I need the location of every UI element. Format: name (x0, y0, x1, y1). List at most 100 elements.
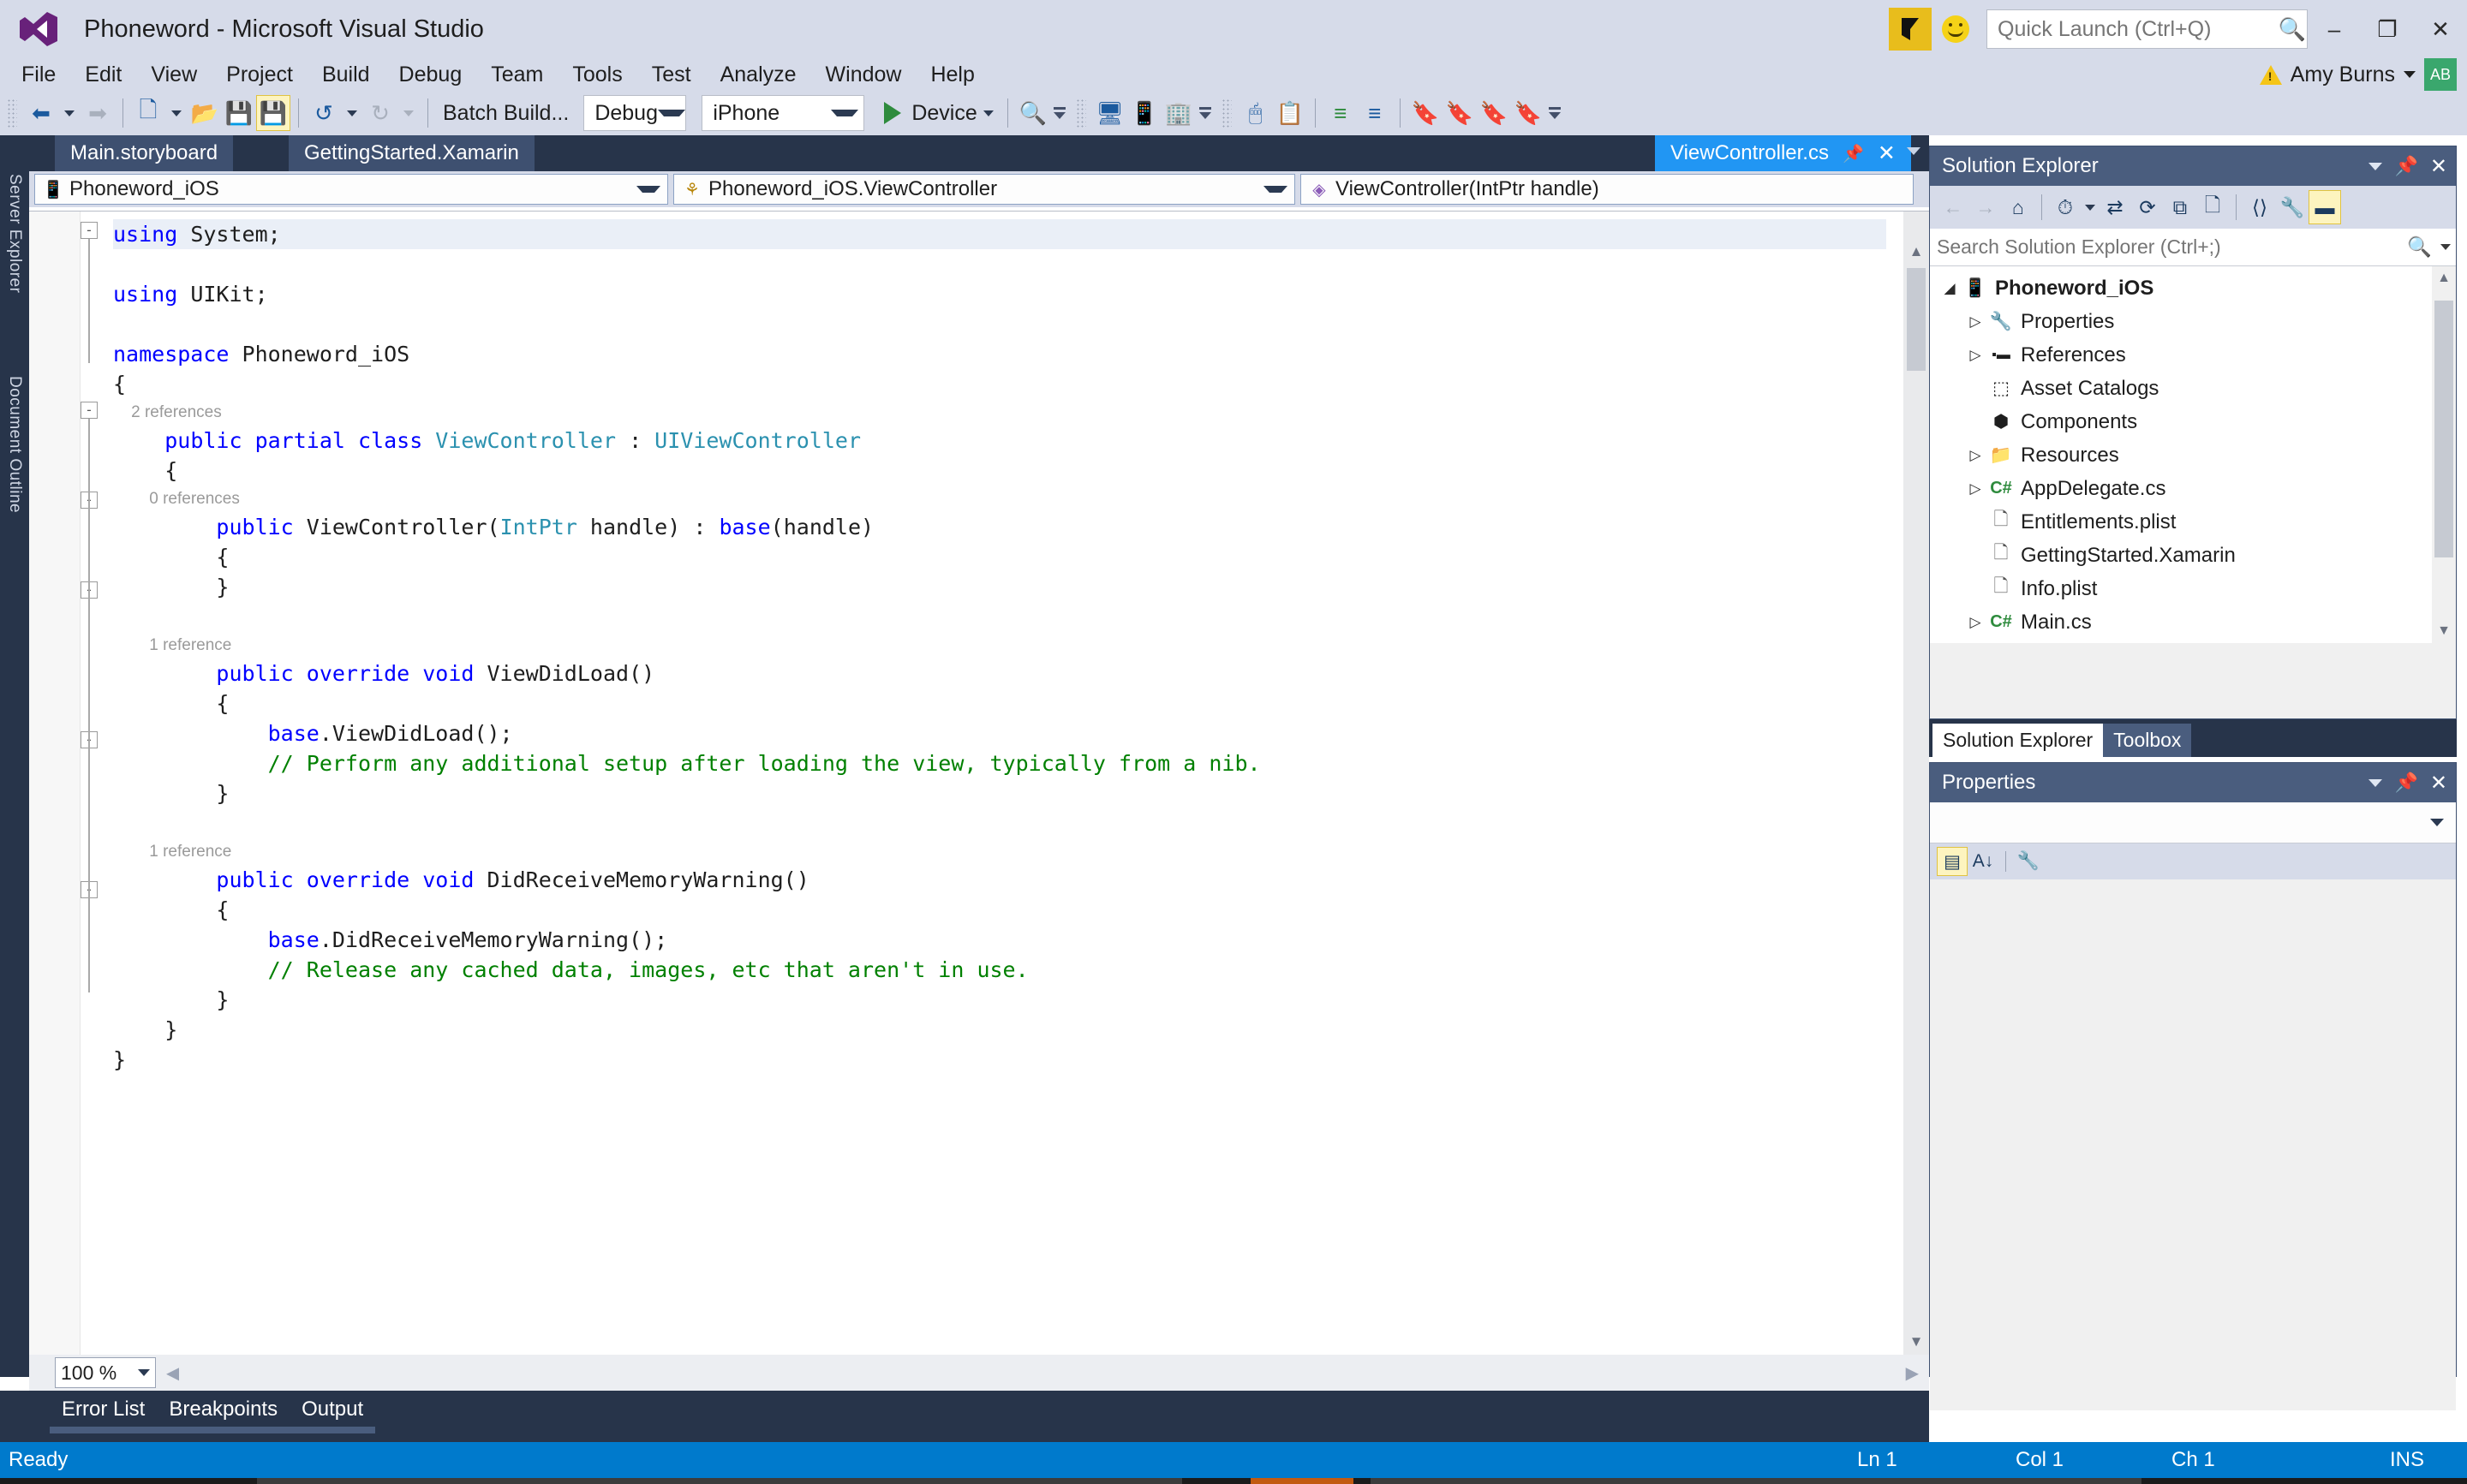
sync-with-active-document-icon[interactable]: ⇄ (2099, 190, 2131, 224)
expander-collapsed-icon[interactable]: ▷ (1964, 447, 1986, 464)
find-in-files-icon[interactable]: 🔍 (1016, 95, 1050, 131)
code-line[interactable]: { (113, 688, 1886, 718)
scrollbar-thumb[interactable] (1907, 268, 1926, 371)
scroll-left-icon[interactable]: ◀ (166, 1362, 179, 1384)
alphabetical-sort-icon[interactable]: A↓ (1968, 847, 1998, 876)
menu-item-project[interactable]: Project (212, 58, 308, 91)
close-icon[interactable]: ✕ (1878, 140, 1896, 166)
bottom-tab-error-list[interactable]: Error List (50, 1391, 158, 1433)
solution-tree-item[interactable]: 🗋 Entitlements.plist (1930, 505, 2456, 539)
outlining-margin[interactable]: ------ (81, 212, 113, 1355)
refresh-icon[interactable]: ⟳ (2131, 190, 2164, 224)
code-outline-icon[interactable]: 📋 (1273, 95, 1307, 131)
chevron-down-icon[interactable] (138, 1369, 150, 1376)
glyph-margin[interactable] (29, 212, 81, 1355)
menu-item-edit[interactable]: Edit (70, 58, 136, 91)
search-icon[interactable]: 🔍 (2278, 16, 2307, 43)
editor-horizontal-scrollbar[interactable] (179, 1360, 1906, 1386)
outlining-collapse-icon[interactable]: - (81, 402, 98, 419)
code-line[interactable]: } (113, 985, 1886, 1015)
chevron-down-icon[interactable] (636, 186, 660, 193)
menu-item-build[interactable]: Build (308, 58, 385, 91)
chevron-down-icon[interactable] (1263, 186, 1287, 193)
chevron-down-icon[interactable] (657, 110, 685, 116)
expander-collapsed-icon[interactable]: ▷ (1964, 614, 1986, 631)
solution-tree-item[interactable]: 🗋 Info.plist (1930, 572, 2456, 605)
expander-collapsed-icon[interactable]: ▷ (1964, 313, 1986, 331)
chevron-down-icon[interactable] (2430, 819, 2444, 826)
code-line[interactable]: } (113, 1015, 1886, 1045)
code-line[interactable]: public ViewController(IntPtr handle) : b… (113, 512, 1886, 542)
android-emulator-manager-icon[interactable]: 🖥 (1093, 95, 1127, 131)
feedback-flag-icon[interactable] (1889, 8, 1932, 51)
solution-tree-item[interactable]: ⬚ Asset Catalogs (1930, 372, 2456, 405)
chevron-down-icon[interactable] (831, 110, 859, 116)
bottom-tab-breakpoints[interactable]: Breakpoints (157, 1391, 290, 1433)
menu-item-debug[interactable]: Debug (385, 58, 477, 91)
run-target-dropdown-icon[interactable] (983, 110, 994, 116)
toolbar-grip[interactable] (7, 98, 17, 128)
navbar-type-combo[interactable]: ⚘ Phoneword_iOS.ViewController (673, 174, 1295, 205)
code-editor[interactable]: ------ using System; using UIKit; namesp… (29, 211, 1929, 1355)
code-line[interactable]: } (113, 572, 1886, 602)
solution-tree-item[interactable]: ▷ 📁 Resources (1930, 438, 2456, 472)
scroll-up-icon[interactable]: ▲ (1903, 239, 1929, 265)
view-code-icon[interactable]: ⟨⟩ (2243, 190, 2276, 224)
code-line[interactable]: namespace Phoneword_iOS (113, 339, 1886, 369)
codelens-reference-count[interactable]: 0 references (113, 486, 1886, 512)
menu-item-tools[interactable]: Tools (558, 58, 636, 91)
scroll-up-icon[interactable]: ▲ (2432, 266, 2456, 290)
open-file-icon[interactable]: 📂 (188, 95, 222, 131)
tab-list-menu-icon[interactable] (1907, 147, 1920, 155)
code-line[interactable] (113, 249, 1886, 279)
toolbar-overflow-button[interactable] (1050, 95, 1069, 131)
menu-item-analyze[interactable]: Analyze (706, 58, 811, 91)
quick-launch-input[interactable] (1987, 16, 2278, 42)
properties-object-combo[interactable] (1930, 802, 2456, 843)
toolbar-overflow-button[interactable] (1196, 95, 1215, 131)
menu-item-view[interactable]: View (136, 58, 212, 91)
solution-explorer-search[interactable]: 🔍 (1930, 229, 2456, 266)
collapse-all-icon[interactable]: ⧉ (2164, 190, 2196, 224)
play-triangle-icon[interactable] (884, 102, 902, 124)
batch-build-button[interactable]: Batch Build... (436, 101, 576, 126)
code-line[interactable]: // Perform any additional setup after lo… (113, 748, 1886, 778)
platform-combo[interactable]: iPhone (702, 95, 865, 131)
chevron-down-icon[interactable] (2404, 71, 2416, 78)
pointer-select-icon[interactable]: 🖱 (1239, 95, 1273, 131)
search-input[interactable] (1937, 235, 2408, 259)
run-target-label[interactable]: Device (911, 101, 977, 126)
restore-button[interactable]: ❐ (2361, 0, 2414, 58)
device-sync-icon[interactable]: 📱 (1127, 95, 1162, 131)
code-line[interactable]: public override void DidReceiveMemoryWar… (113, 865, 1886, 895)
scroll-down-icon[interactable]: ▼ (2432, 619, 2456, 643)
pending-changes-icon[interactable]: ⏱ (2049, 190, 2082, 224)
code-line[interactable]: using System; (113, 219, 1886, 249)
quick-launch-box[interactable]: 🔍 (1986, 9, 2308, 49)
code-line[interactable]: } (113, 1045, 1886, 1075)
code-line[interactable]: { (113, 456, 1886, 486)
undo-icon[interactable]: ↺ (307, 95, 341, 131)
menu-item-window[interactable]: Window (811, 58, 917, 91)
sidebar-item-document-outline[interactable]: Document Outline (0, 336, 29, 554)
code-line[interactable] (113, 602, 1886, 632)
pin-icon[interactable]: 📌 (2394, 772, 2417, 794)
save-all-icon[interactable]: 💾 (256, 95, 290, 131)
code-line[interactable] (113, 808, 1886, 838)
code-line[interactable]: base.ViewDidLoad(); (113, 718, 1886, 748)
solution-tree-item[interactable]: ⬢ Components (1930, 405, 2456, 438)
menu-item-help[interactable]: Help (916, 58, 989, 91)
new-project-dropdown-icon[interactable] (171, 110, 182, 116)
properties-wrench-icon[interactable]: 🔧 (2276, 190, 2309, 224)
tab-getting-started-xamarin[interactable]: GettingStarted.Xamarin (289, 135, 535, 171)
sidebar-item-server-explorer[interactable]: Server Explorer (0, 135, 29, 332)
pin-icon[interactable]: 📌 (2394, 155, 2417, 177)
toolbar-grip[interactable] (1221, 98, 1232, 128)
solution-tree-item[interactable]: ▷ C# Main.cs (1930, 605, 2456, 639)
codelens-reference-count[interactable]: 2 references (113, 399, 1886, 426)
chevron-down-icon[interactable] (2085, 204, 2095, 211)
chevron-down-icon[interactable] (2440, 244, 2451, 250)
code-line[interactable] (113, 309, 1886, 339)
solution-tree[interactable]: ◢ 📱 Phoneword_iOS ▷ 🔧 Properties ▷ ▪▬ References… (1930, 266, 2456, 643)
solution-tree-scrollbar[interactable]: ▲ ▼ (2432, 266, 2456, 643)
